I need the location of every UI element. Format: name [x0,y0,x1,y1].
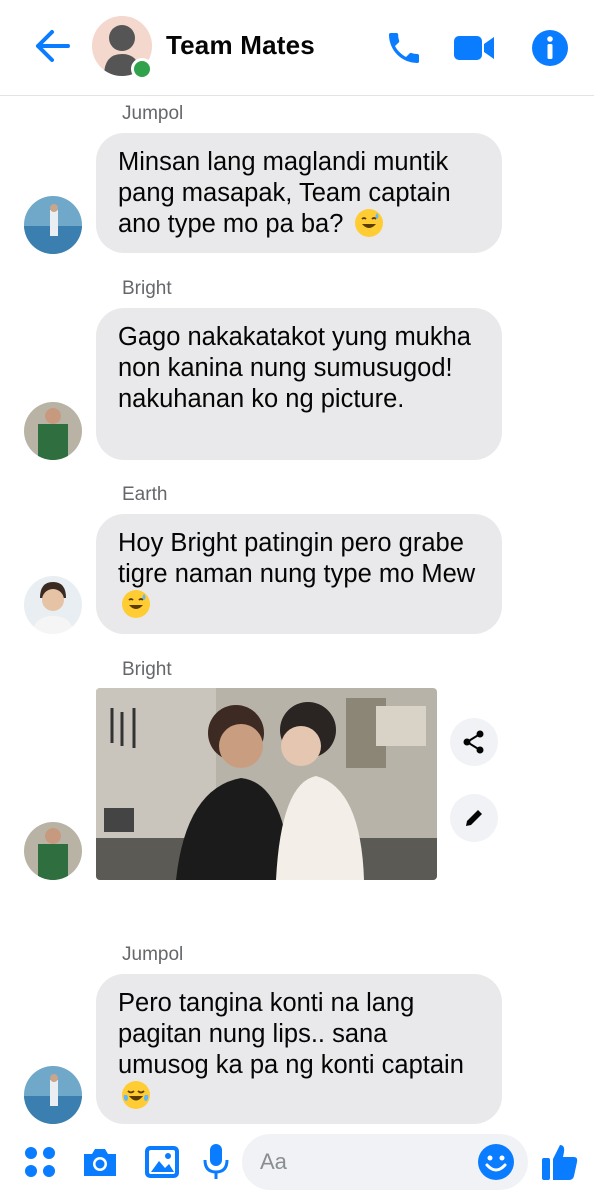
sender-avatar[interactable] [24,576,82,634]
tears-of-joy-emoji-icon [122,1081,150,1109]
shared-photo[interactable] [96,688,437,880]
gallery-button[interactable] [142,1142,182,1182]
sender-name: Jumpol [122,103,184,124]
message-text: Pero tangina konti na lang pagitan nung … [118,989,464,1079]
sender-avatar[interactable] [24,196,82,254]
info-icon [532,30,568,66]
like-icon [542,1145,578,1180]
sender-name: Jumpol [122,944,184,965]
sender-avatar[interactable] [24,822,82,880]
camera-button[interactable] [80,1142,120,1182]
like-button[interactable] [540,1142,580,1182]
edit-icon [466,810,482,826]
message-text: Minsan lang maglandi muntik pang masapak… [118,148,451,238]
sender-name: Bright [122,659,172,680]
back-arrow-icon [36,30,70,62]
video-call-button[interactable] [452,26,496,70]
message-input-container [242,1134,528,1190]
grinning-sweat-emoji-icon [354,209,383,237]
phone-icon [389,33,419,63]
mic-icon [203,1144,229,1179]
image-icon [145,1146,179,1178]
camera-icon [84,1149,116,1176]
message-bubble[interactable]: Pero tangina konti na lang pagitan nung … [96,974,502,1124]
share-icon [463,730,484,754]
apps-icon [25,1147,55,1177]
grinning-sweat-emoji-icon [122,590,150,618]
emoji-button[interactable] [476,1142,516,1182]
call-button[interactable] [382,26,426,70]
video-icon [454,36,494,60]
voice-button[interactable] [196,1142,236,1182]
apps-button[interactable] [20,1142,60,1182]
sender-avatar[interactable] [24,1066,82,1124]
edit-button[interactable] [450,794,498,842]
sender-avatar[interactable] [24,402,82,460]
sender-name: Earth [122,484,168,505]
message-bubble[interactable]: Gago nakakatakot yung mukha non kanina n… [96,308,502,460]
message-bubble[interactable]: Minsan lang maglandi muntik pang masapak… [96,133,502,253]
sender-name: Bright [122,278,172,299]
message-bubble[interactable]: Hoy Bright patingin pero grabe tigre nam… [96,514,502,634]
info-button[interactable] [528,26,572,70]
conversation-header: Team Mates [0,0,594,96]
online-status-indicator [131,58,153,80]
message-text: Hoy Bright patingin pero grabe tigre nam… [118,529,476,588]
emoji-icon [478,1144,514,1180]
share-button[interactable] [450,718,498,766]
back-button[interactable] [30,26,74,66]
message-composer [0,1124,594,1200]
message-input[interactable] [260,1148,460,1176]
message-text: Gago nakakatakot yung mukha non kanina n… [118,323,471,413]
conversation-title[interactable]: Team Mates [166,30,315,61]
